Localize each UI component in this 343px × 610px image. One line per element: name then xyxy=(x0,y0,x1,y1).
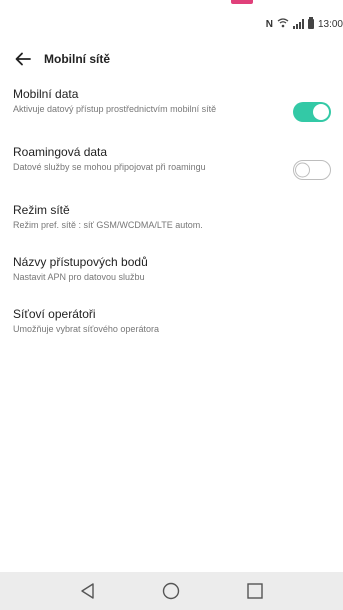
status-bar: N 13:00 xyxy=(266,16,343,32)
setting-network-operators[interactable]: Síťoví operátoři Umožňuje vybrat síťovéh… xyxy=(0,298,343,346)
setting-subtitle: Datové služby se mohou připojovat při ro… xyxy=(13,162,206,172)
setting-title: Mobilní data xyxy=(13,87,79,101)
toggle-knob xyxy=(295,162,310,178)
setting-title: Roamingová data xyxy=(13,145,108,159)
notification-indicator xyxy=(231,0,253,4)
page-title: Mobilní sítě xyxy=(44,52,110,66)
setting-subtitle: Nastavit APN pro datovou službu xyxy=(13,272,145,282)
setting-title: Režim sítě xyxy=(13,203,70,217)
setting-subtitle: Aktivuje datový přístup prostřednictvím … xyxy=(13,104,217,114)
triangle-back-icon[interactable] xyxy=(75,578,101,604)
wifi-signal-icon xyxy=(277,17,289,31)
screen: N 13:00 Mobilní sítě Mobilní data Aktivu… xyxy=(0,0,343,610)
battery-icon xyxy=(307,17,314,29)
nfc-icon: N xyxy=(265,18,273,30)
setting-title: Síťoví operátoři xyxy=(13,307,96,321)
app-header: Mobilní sítě xyxy=(0,44,343,74)
arrow-left-icon[interactable] xyxy=(12,49,34,69)
roaming-data-toggle[interactable] xyxy=(293,160,331,180)
mobile-data-toggle[interactable] xyxy=(293,102,331,122)
setting-subtitle: Režim pref. sítě : síť GSM/WCDMA/LTE aut… xyxy=(13,220,203,230)
settings-list: Mobilní data Aktivuje datový přístup pro… xyxy=(0,78,343,346)
setting-access-point-names[interactable]: Názvy přístupových bodů Nastavit APN pro… xyxy=(0,246,343,294)
navigation-bar xyxy=(0,572,343,610)
setting-roaming-data[interactable]: Roamingová data Datové služby se mohou p… xyxy=(0,136,343,194)
status-time: 13:00 xyxy=(317,18,343,30)
circle-home-icon[interactable] xyxy=(158,578,184,604)
setting-title: Názvy přístupových bodů xyxy=(13,255,148,269)
setting-mobile-data[interactable]: Mobilní data Aktivuje datový přístup pro… xyxy=(0,78,343,136)
setting-network-mode[interactable]: Režim sítě Režim pref. sítě : síť GSM/WC… xyxy=(0,194,343,242)
toggle-knob xyxy=(313,104,329,120)
cell-signal-icon xyxy=(292,19,304,29)
square-recents-icon[interactable] xyxy=(242,578,268,604)
setting-subtitle: Umožňuje vybrat síťového operátora xyxy=(13,324,159,334)
